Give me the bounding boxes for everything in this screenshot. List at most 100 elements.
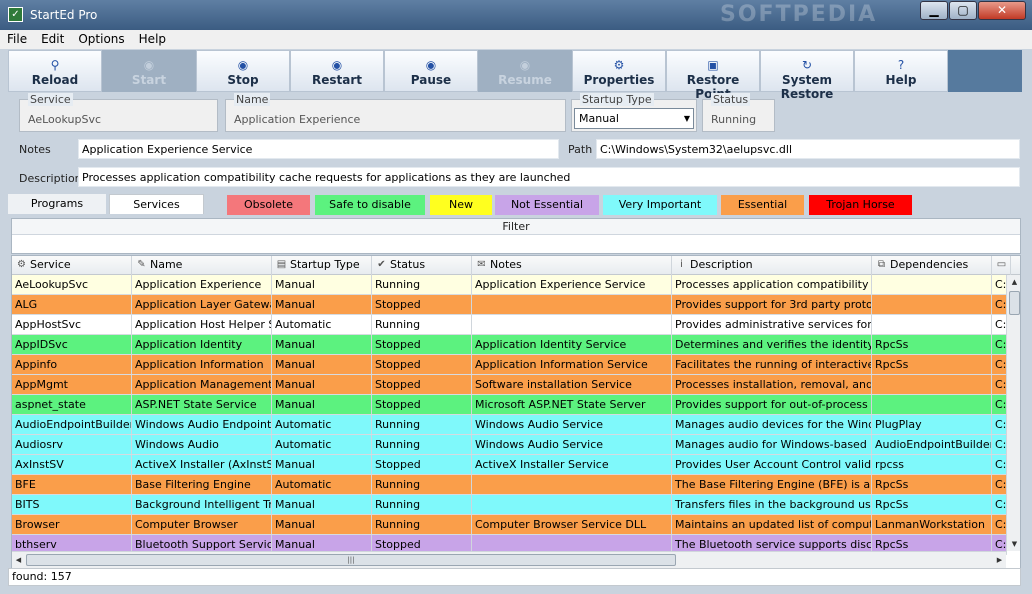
- dependencies-icon: ⧉: [877, 259, 886, 270]
- stop-button[interactable]: ◉ Stop: [196, 50, 290, 92]
- column-header-label: Description: [690, 258, 753, 271]
- help-button[interactable]: ? Help: [854, 50, 948, 92]
- status-group: Status Running: [702, 93, 775, 132]
- path-field[interactable]: C:\Windows\System32\aelupsvc.dll: [596, 139, 1020, 159]
- table-cell: [872, 395, 992, 414]
- table-cell: [472, 295, 672, 314]
- table-row[interactable]: Appinfo Application Information Manual Stop…: [12, 355, 1007, 375]
- table-cell: ALG: [12, 295, 132, 314]
- play-icon: ◉: [143, 58, 155, 72]
- minimize-button[interactable]: ▁: [920, 1, 948, 20]
- scroll-right-icon[interactable]: ▶: [993, 553, 1006, 567]
- vertical-scroll-thumb[interactable]: [1009, 291, 1020, 315]
- table-row[interactable]: AppHostSvcApplication Host Helper ServAu…: [12, 315, 1007, 335]
- pause-button[interactable]: ◉ Pause: [384, 50, 478, 92]
- properties-button[interactable]: ⚙ Properties: [572, 50, 666, 92]
- table-cell: Transfers files in the background using …: [672, 495, 872, 514]
- column-header-startup-type[interactable]: ▤ Startup Type: [272, 256, 372, 275]
- table-cell: Application Information: [132, 355, 272, 374]
- table-cell: rpcss: [872, 455, 992, 474]
- table-cell: AudioEndpointBuilder: [12, 415, 132, 434]
- column-header-label: Service: [30, 258, 71, 271]
- description-field[interactable]: Processes application compatibility cach…: [78, 167, 1020, 187]
- column-header-path[interactable]: ▭: [992, 256, 1011, 275]
- table-cell: LanmanWorkstation: [872, 515, 992, 534]
- table-cell: Base Filtering Engine: [132, 475, 272, 494]
- table-cell: AxInstSV: [12, 455, 132, 474]
- filter-panel: Filter: [11, 218, 1021, 254]
- table-cell: Application Identity Service: [472, 335, 672, 354]
- table-cell: Automatic: [272, 415, 372, 434]
- resume-button[interactable]: ◉ Resume: [478, 50, 572, 92]
- horizontal-scrollbar[interactable]: ◀ ||| ▶: [12, 551, 1006, 568]
- status-label: Status: [711, 93, 751, 106]
- name-group: Name Application Experience: [225, 93, 566, 132]
- table-row[interactable]: ALGApplication Layer Gateway SManualStop…: [12, 295, 1007, 315]
- scroll-left-icon[interactable]: ◀: [12, 553, 25, 567]
- table-row[interactable]: AppIDSvc Application Identity Manual Stoppe…: [12, 335, 1007, 355]
- path-icon: ▭: [996, 259, 1007, 270]
- table-row[interactable]: aspnet_state ASP.NET State Service Manual S…: [12, 395, 1007, 415]
- column-header-service[interactable]: ⚙ Service: [12, 256, 132, 275]
- filter-input[interactable]: [12, 235, 1020, 253]
- restart-button[interactable]: ◉ Restart: [290, 50, 384, 92]
- legend-trojan-horse: Trojan Horse: [809, 195, 912, 215]
- table-cell: Manual: [272, 335, 372, 354]
- notes-field[interactable]: Application Experience Service: [78, 139, 559, 159]
- column-header-description[interactable]: i Description: [672, 256, 872, 275]
- table-row[interactable]: AeLookupSvc Application Experience Manual R…: [12, 275, 1007, 295]
- info-icon: i: [680, 259, 683, 270]
- close-button[interactable]: ✕: [978, 1, 1026, 20]
- table-cell: C:: [992, 315, 1007, 334]
- restore-point-button[interactable]: ▣Restore Point: [666, 50, 760, 101]
- reload-button[interactable]: ⚲ Reload: [8, 50, 102, 92]
- tab-programs[interactable]: Programs: [8, 194, 106, 214]
- system-restore-button[interactable]: ↻ System Restore: [760, 50, 854, 101]
- menu-file[interactable]: File: [0, 30, 34, 48]
- legend-new: New: [430, 195, 492, 215]
- table-cell: [472, 495, 672, 514]
- legend-safe-to-disable: Safe to disable: [315, 195, 425, 215]
- startup-type-select[interactable]: Manual ▼: [574, 108, 694, 129]
- table-row[interactable]: BFE Base Filtering Engine Automatic Running…: [12, 475, 1007, 495]
- table-cell: Provides administrative services for IIS…: [672, 315, 872, 334]
- table-row[interactable]: AxInstSV ActiveX Installer (AxInstSV) Manu…: [12, 455, 1007, 475]
- vertical-scrollbar[interactable]: ▲ ▼: [1006, 275, 1020, 551]
- startup-type-label: Startup Type: [580, 93, 654, 106]
- name-value: Application Experience: [234, 113, 361, 126]
- table-cell: BFE: [12, 475, 132, 494]
- table-row[interactable]: AudioEndpointBuilder Windows Audio Endpoi…: [12, 415, 1007, 435]
- horizontal-scroll-thumb[interactable]: |||: [26, 554, 676, 566]
- table-cell: Computer Browser: [132, 515, 272, 534]
- start-button[interactable]: ◉ Start: [102, 50, 196, 92]
- table-row[interactable]: Browser Computer Browser Manual Running Comp…: [12, 515, 1007, 535]
- scroll-down-icon[interactable]: ▼: [1007, 537, 1020, 551]
- menu-options[interactable]: Options: [71, 30, 131, 48]
- description-label: Description: [19, 172, 82, 185]
- column-header-dependencies[interactable]: ⧉ Dependencies: [872, 256, 992, 275]
- menu-help[interactable]: Help: [132, 30, 173, 48]
- column-header-label: Status: [390, 258, 426, 271]
- table-cell: Software installation Service: [472, 375, 672, 394]
- menu-edit[interactable]: Edit: [34, 30, 71, 48]
- table-cell: Determines and verifies the identity of …: [672, 335, 872, 354]
- scroll-up-icon[interactable]: ▲: [1007, 275, 1020, 289]
- column-header-notes[interactable]: ✉ Notes: [472, 256, 672, 275]
- table-cell: Application Experience Service: [472, 275, 672, 294]
- grid-header: ⚙ Service ✎ Name ▤ Startup Type ✔ Status ✉ Notes i…: [12, 256, 1020, 275]
- table-cell: Manual: [272, 515, 372, 534]
- table-cell: AeLookupSvc: [12, 275, 132, 294]
- table-cell: AppHostSvc: [12, 315, 132, 334]
- table-row[interactable]: BITSBackground Intelligent TransManualRu…: [12, 495, 1007, 515]
- properties-icon: ⚙: [613, 58, 625, 72]
- table-cell: Application Information Service: [472, 355, 672, 374]
- table-cell: C:: [992, 435, 1007, 454]
- column-header-status[interactable]: ✔ Status: [372, 256, 472, 275]
- tab-services[interactable]: Services: [109, 194, 204, 214]
- table-row[interactable]: AppMgmt Application Management Manual Stopp…: [12, 375, 1007, 395]
- maximize-button[interactable]: ▢: [949, 1, 977, 20]
- table-row[interactable]: Audiosrv Windows Audio Automatic Running Win…: [12, 435, 1007, 455]
- gear-icon: ⚙: [17, 259, 26, 270]
- table-cell: Running: [372, 495, 472, 514]
- column-header-name[interactable]: ✎ Name: [132, 256, 272, 275]
